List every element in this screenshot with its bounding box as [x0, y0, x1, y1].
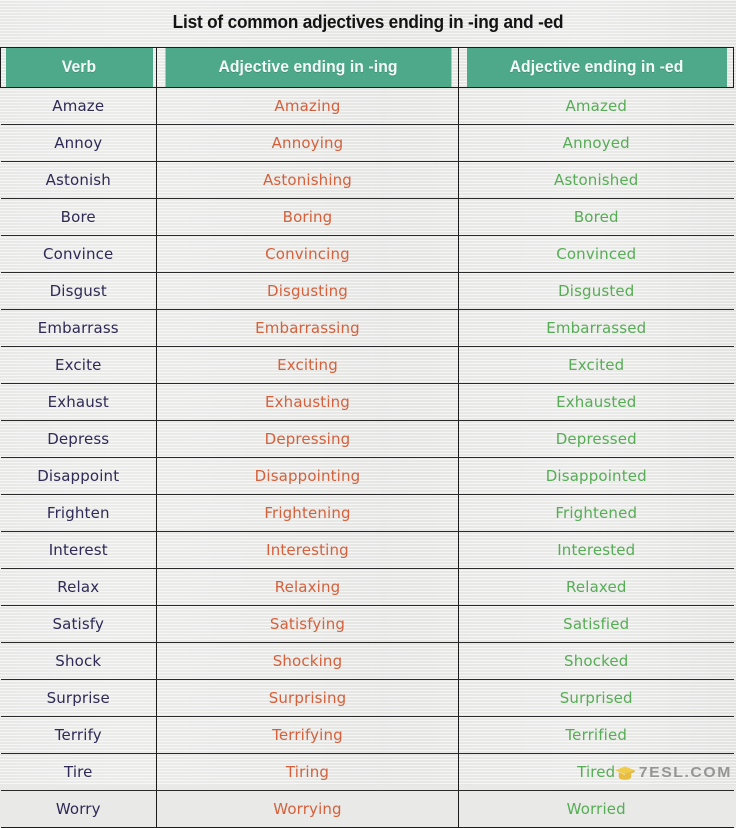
table-row: Surprise Surprising Surprised	[0, 679, 734, 717]
column-header-verb: Verb	[3, 47, 154, 88]
cell-verb: Bore	[0, 198, 157, 236]
table-row: Excite Exciting Excited	[0, 346, 734, 384]
cell-adjective-ed: Convinced	[458, 235, 734, 273]
table-row: Exhaust Exhausting Exhausted	[0, 383, 734, 421]
cell-adjective-ed: Bored	[458, 198, 734, 236]
cell-adjective-ed: Embarrassed	[458, 309, 734, 347]
cell-adjective-ed: Astonished	[458, 161, 734, 199]
cell-verb: Convince	[0, 235, 157, 273]
table-row: Relax Relaxing Relaxed	[0, 568, 734, 606]
cell-adjective-ed: Interested	[458, 531, 734, 569]
table-row: Terrify Terrifying Terrified	[0, 716, 734, 754]
watermark: 7ESL.COM	[614, 764, 733, 781]
cell-verb: Annoy	[0, 124, 157, 162]
adjectives-table: Verb Adjective ending in -ing Adjective …	[0, 47, 734, 828]
page-root: List of common adjectives ending in -ing…	[0, 0, 736, 828]
table-row: Annoy Annoying Annoyed	[0, 124, 734, 162]
cell-adjective-ing: Convincing	[156, 235, 459, 273]
cell-adjective-ing: Worrying	[156, 790, 459, 828]
cell-adjective-ed: Satisfied	[458, 605, 734, 643]
cell-verb: Shock	[0, 642, 157, 680]
cell-verb: Embarrass	[0, 309, 157, 347]
cell-adjective-ing: Shocking	[156, 642, 459, 680]
table-header-row: Verb Adjective ending in -ing Adjective …	[1, 47, 734, 88]
cell-verb: Excite	[0, 346, 157, 384]
cell-adjective-ing: Frightening	[156, 494, 459, 532]
column-header-adjective-ed: Adjective ending in -ed	[464, 47, 728, 88]
cell-verb: Depress	[0, 420, 157, 458]
cell-adjective-ing: Embarrassing	[156, 309, 459, 347]
cell-adjective-ed: Disgusted	[458, 272, 734, 310]
cell-adjective-ing: Disappointing	[156, 457, 459, 495]
column-header-adjective-ing: Adjective ending in -ing	[163, 47, 452, 88]
cell-verb: Disappoint	[0, 457, 157, 495]
cell-adjective-ed: Depressed	[458, 420, 734, 458]
table-row: Astonish Astonishing Astonished	[0, 161, 734, 199]
table-row: Embarrass Embarrassing Embarrassed	[0, 309, 734, 347]
cell-verb: Astonish	[0, 161, 157, 199]
cell-adjective-ing: Exciting	[156, 346, 459, 384]
cell-verb: Terrify	[0, 716, 157, 754]
cell-adjective-ed: Terrified	[458, 716, 734, 754]
cell-adjective-ing: Annoying	[156, 124, 459, 162]
cell-adjective-ed: Excited	[458, 346, 734, 384]
table-row: Satisfy Satisfying Satisfied	[0, 605, 734, 643]
table-head: Verb Adjective ending in -ing Adjective …	[1, 47, 734, 88]
cell-adjective-ing: Disgusting	[156, 272, 459, 310]
cell-adjective-ed: Exhausted	[458, 383, 734, 421]
page-title: List of common adjectives ending in -ing…	[172, 11, 564, 32]
cell-verb: Disgust	[0, 272, 157, 310]
cell-adjective-ing: Exhausting	[156, 383, 459, 421]
cell-adjective-ed: Surprised	[458, 679, 734, 717]
table-row: Convince Convincing Convinced	[0, 235, 734, 273]
cell-adjective-ed: Shocked	[458, 642, 734, 680]
cell-verb: Amaze	[0, 87, 157, 125]
cell-adjective-ing: Depressing	[156, 420, 459, 458]
cell-adjective-ing: Astonishing	[156, 161, 459, 199]
cell-adjective-ed: Relaxed	[458, 568, 734, 606]
cell-verb: Satisfy	[0, 605, 157, 643]
cell-adjective-ing: Terrifying	[156, 716, 459, 754]
graduation-cap-icon	[614, 765, 636, 781]
table-row: Bore Boring Bored	[0, 198, 734, 236]
table-row: Interest Interesting Interested	[0, 531, 734, 569]
cell-verb: Surprise	[0, 679, 157, 717]
cell-adjective-ed: Annoyed	[458, 124, 734, 162]
cell-adjective-ing: Relaxing	[156, 568, 459, 606]
table-body: Amaze Amazing Amazed Annoy Annoying Annoyed As…	[0, 87, 734, 828]
cell-verb: Interest	[0, 531, 157, 569]
cell-adjective-ed: Frightened	[458, 494, 734, 532]
cell-adjective-ed: Disappointed	[458, 457, 734, 495]
cell-adjective-ing: Boring	[156, 198, 459, 236]
cell-verb: Frighten	[0, 494, 157, 532]
cell-adjective-ed: Worried	[458, 790, 734, 828]
table-row: Shock Shocking Shocked	[0, 642, 734, 680]
table-row: Disappoint Disappointing Disappointed	[0, 457, 734, 495]
cell-adjective-ing: Amazing	[156, 87, 459, 125]
cell-adjective-ing: Surprising	[156, 679, 459, 717]
watermark-text: 7ESL.COM	[639, 764, 733, 781]
table-row: Frighten Frightening Frightened	[0, 494, 734, 532]
cell-verb: Exhaust	[0, 383, 157, 421]
table-row: Depress Depressing Depressed	[0, 420, 734, 458]
cell-adjective-ing: Interesting	[156, 531, 459, 569]
table-row: Disgust Disgusting Disgusted	[0, 272, 734, 310]
cell-adjective-ing: Satisfying	[156, 605, 459, 643]
table-row: Worry Worrying Worried	[0, 790, 734, 828]
table-row: Amaze Amazing Amazed	[0, 87, 734, 125]
cell-verb: Worry	[0, 790, 157, 828]
cell-adjective-ed: Amazed	[458, 87, 734, 125]
cell-verb: Relax	[0, 568, 157, 606]
